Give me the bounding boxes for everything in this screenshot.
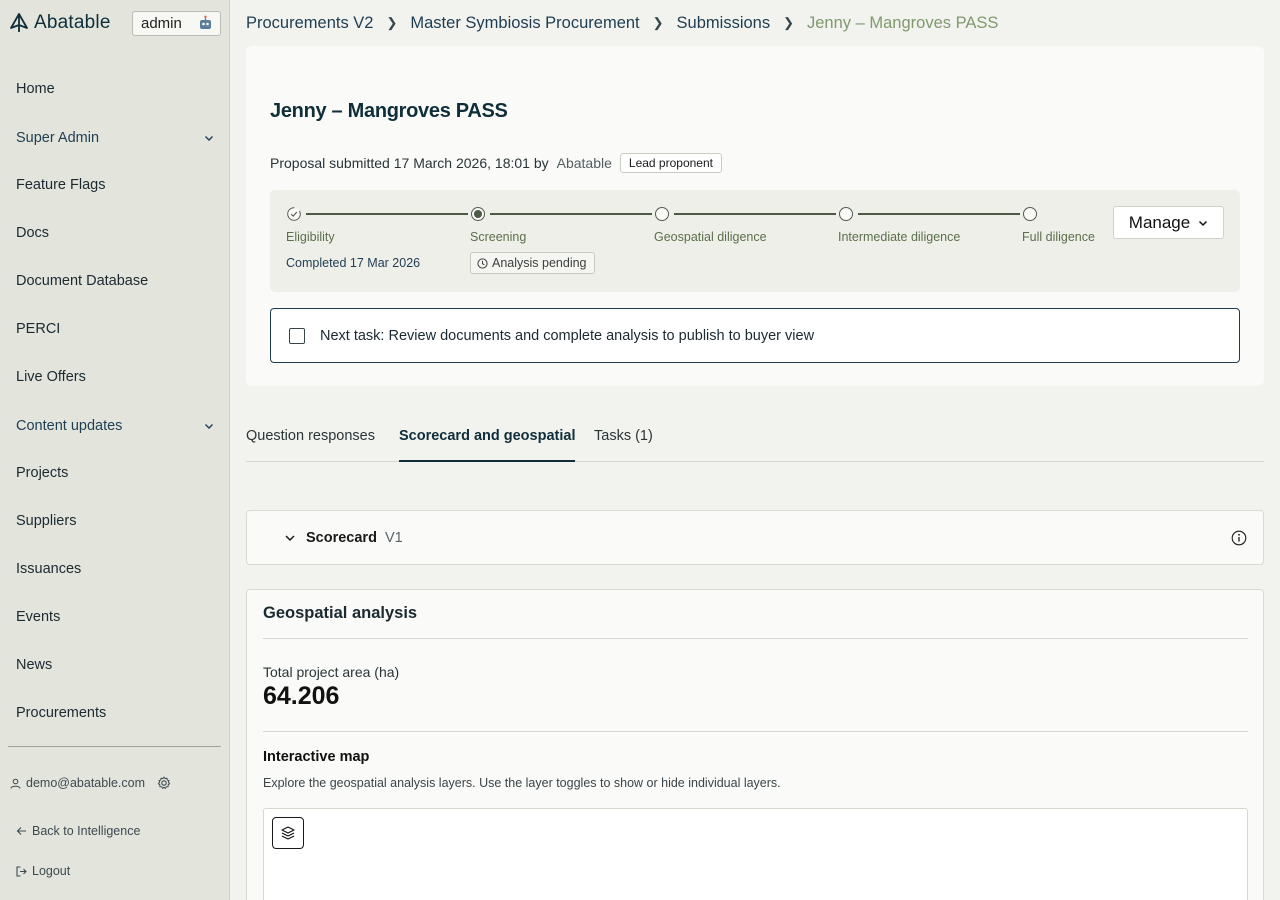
admin-badge-label: admin <box>141 15 182 32</box>
sidebar-group-label: Super Admin <box>16 130 100 146</box>
layers-toggle-button[interactable] <box>272 817 304 849</box>
role-badge: Lead proponent <box>619 153 722 173</box>
chevron-right-icon: ❯ <box>652 15 664 30</box>
abatable-logo-icon <box>10 13 28 32</box>
step-completed-date: Completed 17 Mar 2026 <box>286 256 421 270</box>
chevron-right-icon: ❯ <box>386 15 398 30</box>
step-label: Eligibility <box>286 230 335 244</box>
current-step-indicator <box>471 207 485 221</box>
breadcrumb-current: Jenny – Mangroves PASS <box>807 13 999 32</box>
sidebar-item-events[interactable]: Events <box>16 609 60 625</box>
scorecard-accordion[interactable]: Scorecard V1 <box>246 510 1264 565</box>
step-indicator <box>655 207 669 221</box>
tab-bar: Question responses Scorecard and geospat… <box>246 424 1264 462</box>
back-to-intelligence-link[interactable]: Back to Intelligence <box>16 824 140 838</box>
map-description: Explore the geospatial analysis layers. … <box>263 776 781 790</box>
logout-link[interactable]: Logout <box>16 864 70 878</box>
stage-stepper: Eligibility Completed 17 Mar 2026 Screen… <box>270 190 1240 292</box>
map-title: Interactive map <box>263 749 370 765</box>
user-email: demo@abatable.com <box>26 776 146 790</box>
sidebar-item-perci[interactable]: PERCI <box>16 321 60 337</box>
user-account: demo@abatable.com <box>10 776 171 790</box>
breadcrumb-item-submissions[interactable]: Submissions <box>677 14 771 33</box>
status-badge: Analysis pending <box>470 252 595 274</box>
status-badge-label: Analysis pending <box>492 256 587 270</box>
sidebar: Abatable admin Home Super Admin Feature … <box>0 0 230 900</box>
sidebar-item-procurements[interactable]: Procurements <box>16 705 106 721</box>
sidebar-group-content-updates[interactable]: Content updates <box>16 418 214 434</box>
brand-name: Abatable <box>34 12 111 33</box>
chevron-down-icon <box>285 534 295 541</box>
geospatial-analysis-panel: Geospatial analysis Total project area (… <box>246 589 1264 900</box>
geospatial-title: Geospatial analysis <box>263 604 418 622</box>
sidebar-item-live-offers[interactable]: Live Offers <box>16 369 86 385</box>
step-label: Screening <box>470 230 527 244</box>
step-indicator <box>839 207 853 221</box>
sidebar-item-issuances[interactable]: Issuances <box>16 561 81 577</box>
back-link-label: Back to Intelligence <box>32 824 141 838</box>
interactive-map[interactable] <box>263 808 1248 900</box>
step-label: Intermediate diligence <box>838 230 961 244</box>
stepper-connector <box>490 213 652 215</box>
logout-icon <box>16 865 27 877</box>
manage-dropdown-button[interactable]: Manage <box>1113 206 1224 239</box>
step-label: Geospatial diligence <box>654 230 767 244</box>
sidebar-item-home[interactable]: Home <box>16 81 55 97</box>
submitted-text: Proposal submitted 17 March 2026, 18:01 … <box>270 155 549 171</box>
breadcrumb-item-procurement[interactable]: Master Symbiosis Procurement <box>410 14 639 33</box>
chevron-down-icon <box>1199 220 1208 226</box>
page-title: Jenny – Mangroves PASS <box>270 100 508 122</box>
layers-icon <box>281 826 295 840</box>
stepper-connector <box>674 213 836 215</box>
info-icon[interactable] <box>1231 530 1247 546</box>
admin-badge[interactable]: admin <box>132 11 221 36</box>
sidebar-divider <box>8 746 221 747</box>
gear-icon[interactable] <box>157 776 171 790</box>
stepper-connector <box>306 213 468 215</box>
clock-icon <box>477 257 488 269</box>
scorecard-title: Scorecard <box>306 529 377 546</box>
scorecard-version: V1 <box>384 529 403 546</box>
sidebar-item-suppliers[interactable]: Suppliers <box>16 513 76 529</box>
breadcrumb-item-procurements-v2[interactable]: Procurements V2 <box>246 14 373 33</box>
sidebar-item-projects[interactable]: Projects <box>16 465 68 481</box>
robot-icon <box>198 15 213 34</box>
arrow-left-icon <box>16 827 26 835</box>
task-checkbox[interactable] <box>289 327 305 344</box>
sidebar-item-feature-flags[interactable]: Feature Flags <box>16 177 105 193</box>
submitted-by: Abatable <box>556 155 612 171</box>
sidebar-item-document-database[interactable]: Document Database <box>16 273 148 289</box>
chevron-down-icon <box>205 424 213 429</box>
submission-meta: Proposal submitted 17 March 2026, 18:01 … <box>270 153 722 173</box>
tab-question-responses[interactable]: Question responses <box>246 428 375 462</box>
sidebar-item-news[interactable]: News <box>16 657 52 673</box>
next-task-text: Next task: Review documents and complete… <box>320 327 815 344</box>
brand[interactable]: Abatable <box>8 10 111 36</box>
area-label: Total project area (ha) <box>263 664 400 680</box>
step-label: Full diligence <box>1022 230 1095 244</box>
logout-label: Logout <box>32 864 71 878</box>
sidebar-item-docs[interactable]: Docs <box>16 225 49 241</box>
sidebar-group-label: Content updates <box>16 418 123 434</box>
divider <box>263 731 1248 732</box>
manage-button-label: Manage <box>1128 212 1191 232</box>
submission-header-card: Jenny – Mangroves PASS Proposal submitte… <box>246 46 1264 386</box>
breadcrumb: Procurements V2 ❯ Master Symbiosis Procu… <box>246 12 998 34</box>
stepper-connector <box>858 213 1020 215</box>
step-indicator <box>1023 207 1037 221</box>
check-circle-icon <box>287 207 301 221</box>
sidebar-group-super-admin[interactable]: Super Admin <box>16 130 214 146</box>
divider <box>263 638 1248 639</box>
user-icon <box>10 778 21 789</box>
tab-scorecard-and-geospatial[interactable]: Scorecard and geospatial <box>399 428 576 462</box>
chevron-right-icon: ❯ <box>783 15 794 30</box>
chevron-down-icon <box>205 136 213 141</box>
next-task-card[interactable]: Next task: Review documents and complete… <box>270 308 1240 363</box>
tab-tasks[interactable]: Tasks (1) <box>594 428 653 462</box>
area-value: 64.206 <box>263 682 340 710</box>
